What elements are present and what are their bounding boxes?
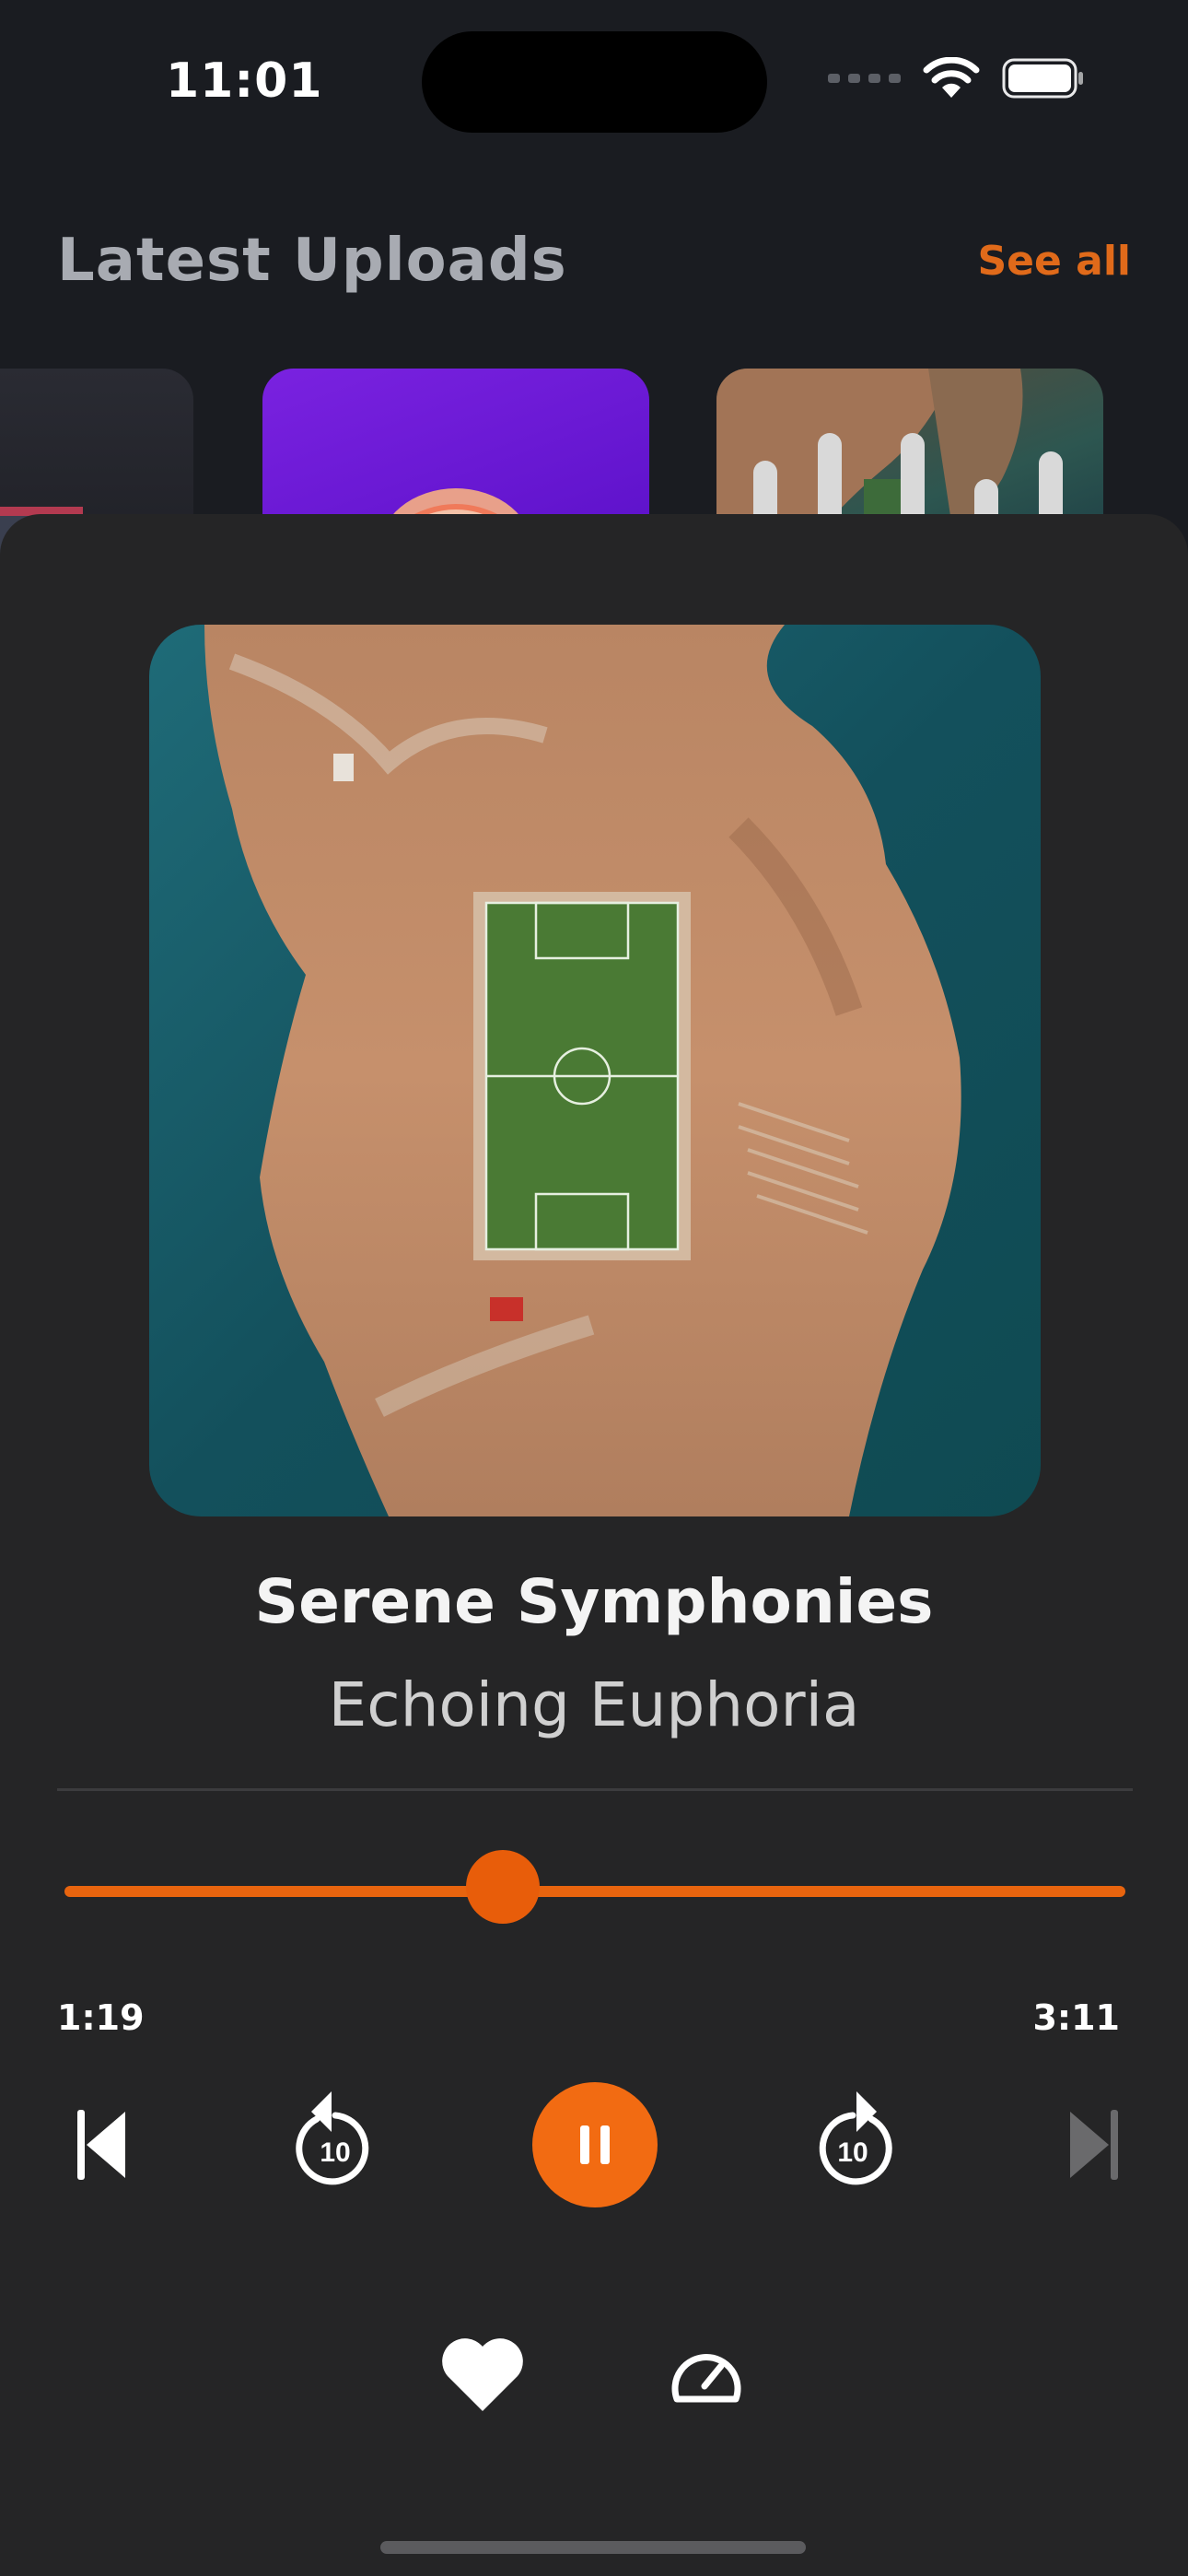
album-artwork bbox=[149, 625, 1041, 1516]
forward-seconds-label: 10 bbox=[837, 2137, 868, 2168]
skip-next-icon bbox=[1070, 2110, 1118, 2180]
progress-slider-track[interactable] bbox=[64, 1886, 1125, 1897]
heart-icon bbox=[442, 2338, 523, 2411]
playback-speed-button[interactable] bbox=[667, 2342, 746, 2410]
wifi-icon bbox=[923, 57, 980, 98]
rewind-10-button[interactable]: 10 bbox=[289, 2088, 381, 2189]
pause-button[interactable] bbox=[532, 2082, 658, 2207]
divider bbox=[57, 1788, 1133, 1791]
forward-10-icon: 10 bbox=[819, 2091, 892, 2185]
home-indicator[interactable] bbox=[380, 2541, 806, 2554]
progress-slider-thumb[interactable] bbox=[466, 1850, 541, 1924]
skip-next-button[interactable] bbox=[1059, 2102, 1129, 2187]
pause-icon bbox=[580, 2125, 610, 2164]
total-duration: 3:11 bbox=[1032, 1997, 1120, 2038]
skip-previous-icon bbox=[77, 2110, 125, 2180]
section-title: Latest Uploads bbox=[57, 227, 567, 295]
skip-previous-button[interactable] bbox=[66, 2102, 136, 2187]
elapsed-time: 1:19 bbox=[57, 1997, 145, 2038]
favorite-button[interactable] bbox=[437, 2333, 529, 2416]
see-all-link[interactable]: See all bbox=[977, 238, 1131, 285]
battery-icon bbox=[1002, 58, 1083, 99]
rewind-10-icon: 10 bbox=[296, 2091, 369, 2185]
track-artist: Echoing Euphoria bbox=[328, 1669, 860, 1740]
forward-10-button[interactable]: 10 bbox=[807, 2088, 899, 2189]
cellular-signal-icon bbox=[828, 74, 901, 83]
dynamic-island bbox=[422, 31, 767, 133]
track-title: Serene Symphonies bbox=[254, 1566, 934, 1637]
speedometer-icon bbox=[671, 2354, 741, 2403]
rewind-seconds-label: 10 bbox=[320, 2137, 350, 2168]
status-icons bbox=[828, 57, 1085, 100]
status-time: 11:01 bbox=[166, 53, 323, 109]
